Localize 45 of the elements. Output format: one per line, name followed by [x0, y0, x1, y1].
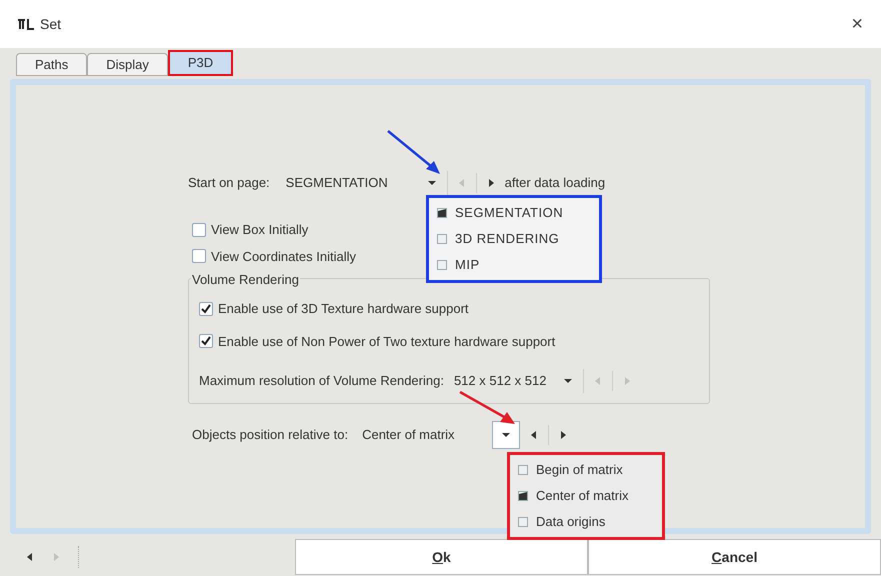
- close-button[interactable]: ×: [851, 14, 863, 34]
- after-loading-label: after data loading: [504, 174, 606, 192]
- start-page-value: SEGMENTATION: [286, 174, 389, 192]
- app-logo-icon: [18, 18, 34, 30]
- checkbox-label: View Box Initially: [211, 221, 308, 239]
- tab[interactable]: P3D: [168, 50, 234, 76]
- dropdown-option[interactable]: Data origins: [510, 509, 662, 535]
- checkbox[interactable]: [437, 260, 447, 270]
- dropdown-option[interactable]: Center of matrix: [510, 483, 662, 509]
- checkbox[interactable]: [518, 491, 528, 501]
- resolution-label: Maximum resolution of Volume Rendering:: [199, 372, 444, 390]
- checkbox-label: Enable use of 3D Texture hardware support: [218, 300, 469, 318]
- previous-icon[interactable]: [26, 552, 34, 562]
- dropdown-option[interactable]: 3D RENDERING: [429, 226, 599, 252]
- checkbox[interactable]: [199, 334, 213, 348]
- caret-icon[interactable]: [502, 432, 511, 438]
- checkbox[interactable]: [518, 517, 528, 527]
- dropdown-icon[interactable]: [428, 180, 437, 186]
- objects-position-value: Center of matrix: [362, 426, 456, 444]
- checkbox-label: Enable use of Non Power of Two texture hardware support: [218, 332, 556, 351]
- window-title: Set: [40, 14, 62, 34]
- dialog-button[interactable]: Ok: [295, 539, 588, 575]
- dropdown-button[interactable]: [492, 421, 520, 449]
- dialog-button[interactable]: Cancel: [588, 539, 881, 575]
- checkbox[interactable]: [518, 465, 528, 475]
- dropdown-option[interactable]: MIP: [429, 252, 599, 278]
- checkbox[interactable]: [199, 302, 213, 316]
- dropdown-icon[interactable]: [564, 378, 573, 384]
- tab[interactable]: Paths: [16, 53, 88, 76]
- dropdown-option[interactable]: Begin of matrix: [510, 457, 662, 483]
- next-icon[interactable]: [559, 430, 568, 440]
- checkbox-label: View Coordinates Initially: [211, 248, 356, 266]
- start-page-label: Start on page:: [188, 174, 270, 192]
- dropdown-option[interactable]: SEGMENTATION: [429, 200, 599, 226]
- tab[interactable]: Display: [87, 53, 168, 76]
- previous-icon[interactable]: [530, 430, 538, 440]
- checkbox[interactable]: [437, 208, 447, 218]
- resolution-value: 512 x 512 x 512: [454, 372, 548, 390]
- objects-position-label: Objects position relative to:: [192, 426, 348, 444]
- checkbox[interactable]: [192, 249, 206, 264]
- annotation-arrow: [458, 390, 516, 426]
- next-icon[interactable]: [486, 178, 495, 188]
- checkbox[interactable]: [437, 234, 447, 244]
- checkbox[interactable]: [192, 222, 206, 237]
- annotation-arrow: [386, 129, 442, 175]
